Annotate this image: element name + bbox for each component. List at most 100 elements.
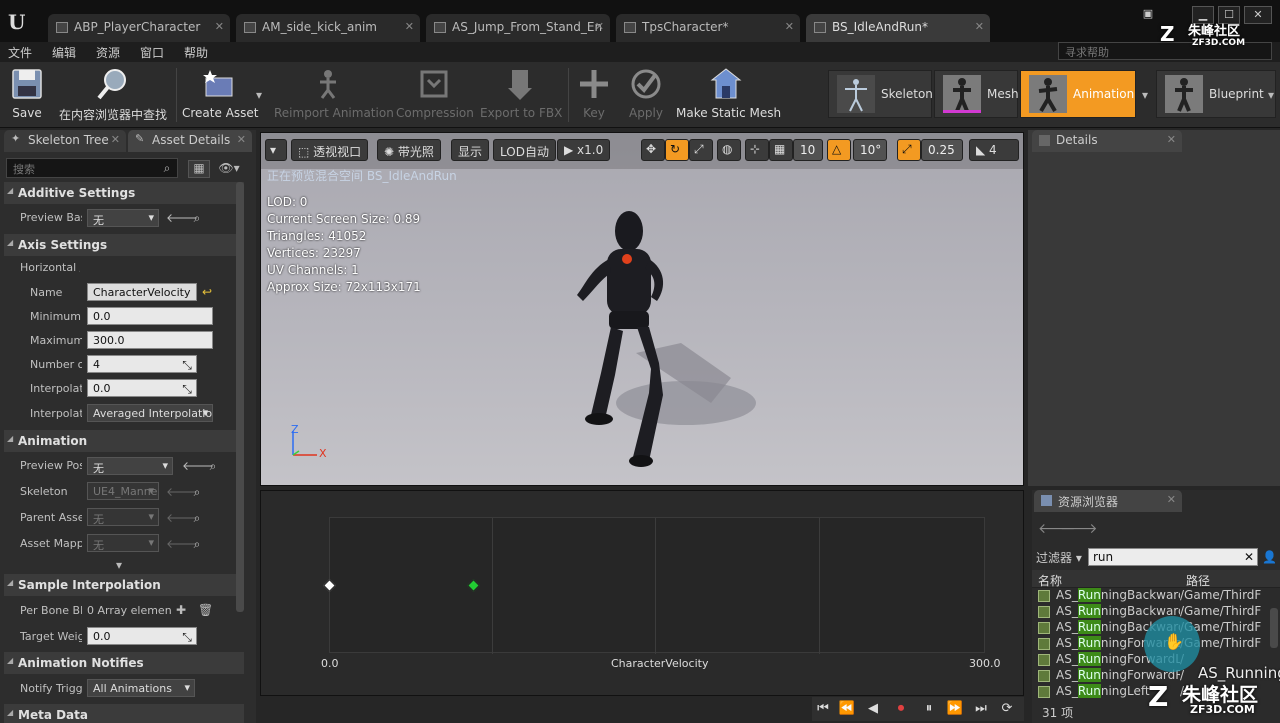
close-icon[interactable]: ✕ bbox=[595, 20, 604, 33]
expand-advanced-icon[interactable]: ▾ bbox=[112, 558, 126, 572]
apply-button[interactable]: Apply bbox=[626, 66, 666, 124]
scale-snap-button[interactable]: ⤢ bbox=[897, 139, 921, 161]
camera-speed-button[interactable]: ◣ 4 bbox=[969, 139, 1019, 161]
close-icon[interactable]: ✕ bbox=[111, 133, 120, 146]
add-element-icon[interactable]: ✚ bbox=[174, 603, 188, 617]
translate-mode-button[interactable]: ✥ bbox=[641, 139, 665, 161]
close-icon[interactable]: ✕ bbox=[215, 20, 224, 33]
browse-search-icon[interactable]: ⌕ bbox=[190, 511, 204, 525]
section-meta-data[interactable]: Meta Data bbox=[4, 704, 244, 723]
spin-arrow-icon[interactable]: ⤡ bbox=[180, 382, 194, 396]
menu-file[interactable]: 文件 bbox=[8, 44, 32, 61]
close-icon[interactable]: ✕ bbox=[1167, 493, 1176, 506]
tab-skeleton-tree[interactable]: ✦ Skeleton Tree ✕ bbox=[4, 130, 126, 152]
menu-help[interactable]: 帮助 bbox=[184, 44, 208, 61]
delete-all-icon[interactable]: 🗑 bbox=[198, 603, 213, 617]
tab-tpscharacter[interactable]: TpsCharacter* ✕ bbox=[616, 14, 800, 42]
play-reverse-icon[interactable]: ◀ bbox=[864, 700, 882, 718]
chat-icon[interactable]: ▣ bbox=[1140, 6, 1156, 24]
grid-snap-button[interactable]: ▦ bbox=[769, 139, 793, 161]
mode-mesh[interactable]: Mesh bbox=[934, 70, 1019, 118]
browse-search-icon[interactable]: ⌕ bbox=[190, 485, 204, 499]
tab-as-jump[interactable]: AS_Jump_From_Stand_En ✕ bbox=[426, 14, 610, 42]
find-in-content-browser-button[interactable]: 在内容浏览器中查找 bbox=[56, 66, 170, 124]
mode-skeleton[interactable]: Skeleton bbox=[828, 70, 933, 118]
reset-to-default-icon[interactable]: ↩ bbox=[200, 285, 214, 299]
user-icon[interactable]: 👤 bbox=[1262, 550, 1277, 564]
close-icon[interactable]: ✕ bbox=[405, 20, 414, 33]
close-icon[interactable]: ✕ bbox=[1167, 133, 1176, 146]
clear-search-icon[interactable]: ✕ bbox=[1242, 550, 1256, 564]
details-search-input[interactable]: 搜索 bbox=[6, 158, 178, 178]
interpolation-type-combo[interactable]: Averaged Interpolation bbox=[87, 404, 213, 422]
notify-trigger-combo[interactable]: All Animations bbox=[87, 679, 195, 697]
animation-mode-dropdown-icon[interactable]: ▾ bbox=[1138, 88, 1152, 102]
minimum-input[interactable]: 0.0 bbox=[87, 307, 213, 325]
spin-arrow-icon[interactable]: ⤡ bbox=[180, 630, 194, 644]
grid-snap-value[interactable]: 10 bbox=[793, 139, 823, 161]
world-local-button[interactable]: ◍ bbox=[717, 139, 741, 161]
step-back-icon[interactable]: ⏪ bbox=[838, 700, 856, 718]
make-static-mesh-button[interactable]: Make Static Mesh bbox=[676, 66, 781, 124]
playback-speed-button[interactable]: ▶ x1.0 bbox=[557, 139, 611, 161]
eye-visibility-icon[interactable]: 👁▾ bbox=[216, 161, 242, 175]
blend-sample-point[interactable] bbox=[323, 579, 336, 592]
section-animation-notifies[interactable]: Animation Notifies bbox=[4, 652, 244, 674]
close-window-button[interactable]: ✕ bbox=[1244, 6, 1272, 24]
compression-button[interactable]: Compression bbox=[396, 66, 474, 124]
preview-pose-combo[interactable]: 无 bbox=[87, 457, 173, 475]
section-sample-interpolation[interactable]: Sample Interpolation bbox=[4, 574, 244, 596]
pause-icon[interactable]: ⏸ bbox=[920, 700, 938, 718]
tab-details[interactable]: Details ✕ bbox=[1032, 130, 1182, 152]
section-axis-settings[interactable]: Axis Settings bbox=[4, 234, 244, 256]
skip-to-end-icon[interactable]: ⏭ bbox=[972, 700, 990, 718]
tab-am-side-kick[interactable]: AM_side_kick_anim ✕ bbox=[236, 14, 420, 42]
list-item[interactable]: AS_RunningBackwards/Game/ThirdF bbox=[1036, 604, 1276, 620]
perspective-button[interactable]: ⬚ 透视视口 bbox=[291, 139, 369, 161]
details-scrollbar[interactable] bbox=[236, 182, 244, 612]
axis-name-input[interactable]: CharacterVelocity bbox=[87, 283, 197, 301]
column-name[interactable]: 名称 bbox=[1038, 572, 1062, 589]
scale-mode-button[interactable]: ⤢ bbox=[689, 139, 713, 161]
horizontal-axis-label[interactable]: Horizontal / bbox=[20, 261, 80, 274]
close-icon[interactable]: ✕ bbox=[975, 20, 984, 33]
step-forward-icon[interactable]: ⏩ bbox=[946, 700, 964, 718]
surface-snap-button[interactable]: ⊹ bbox=[745, 139, 769, 161]
skip-to-start-icon[interactable]: ⏮ bbox=[814, 700, 832, 718]
tab-asset-details[interactable]: ✎ Asset Details ✕ bbox=[128, 130, 252, 152]
tab-abp-playercharacter[interactable]: ABP_PlayerCharacter ✕ bbox=[48, 14, 230, 42]
spin-arrow-icon[interactable]: ⤡ bbox=[180, 358, 194, 372]
browse-search-icon[interactable]: ⌕ bbox=[190, 537, 204, 551]
scale-snap-value[interactable]: 0.25 bbox=[921, 139, 963, 161]
column-path[interactable]: 路径 bbox=[1186, 572, 1210, 589]
preview-base-combo[interactable]: 无 bbox=[87, 209, 159, 227]
blendspace-grid[interactable] bbox=[323, 517, 985, 654]
show-button[interactable]: 显示 bbox=[451, 139, 490, 161]
list-item[interactable]: AS_RunningBackwards/Game/ThirdF bbox=[1036, 588, 1276, 604]
unreal-logo-icon[interactable]: U bbox=[8, 10, 36, 38]
save-button[interactable]: Save bbox=[6, 66, 48, 124]
create-asset-dropdown-icon[interactable]: ▾ bbox=[252, 88, 266, 102]
arrow-left-icon[interactable]: 🡐 bbox=[166, 211, 198, 225]
close-icon[interactable]: ✕ bbox=[785, 20, 794, 33]
blueprint-mode-dropdown-icon[interactable]: ▾ bbox=[1264, 88, 1278, 102]
filter-dropdown[interactable]: 过滤器 ▾ bbox=[1036, 549, 1082, 566]
record-icon[interactable]: ⏺ bbox=[892, 700, 910, 718]
browse-search-icon[interactable]: ⌕ bbox=[206, 459, 220, 473]
preview-viewport[interactable]: ▾ ⬚ 透视视口 ✺ 带光照 显示 LOD自动 ▶ x1.0 ✥ ↻ ⤢ ◍ ⊹… bbox=[260, 132, 1024, 486]
browse-search-icon[interactable]: ⌕ bbox=[190, 211, 204, 225]
property-matrix-icon[interactable]: ▦ bbox=[188, 160, 210, 178]
create-asset-button[interactable]: Create Asset bbox=[182, 66, 259, 124]
menu-edit[interactable]: 编辑 bbox=[52, 44, 76, 61]
lod-auto-button[interactable]: LOD自动 bbox=[493, 139, 556, 161]
arrow-left-icon[interactable]: 🡐 bbox=[182, 459, 214, 473]
mode-blueprint[interactable]: Blueprint bbox=[1156, 70, 1276, 118]
mode-animation[interactable]: Animation bbox=[1020, 70, 1136, 118]
tab-bs-idleandrun[interactable]: BS_IdleAndRun* ✕ bbox=[806, 14, 990, 42]
lit-mode-button[interactable]: ✺ 带光照 bbox=[377, 139, 441, 161]
close-icon[interactable]: ✕ bbox=[237, 133, 246, 146]
forward-arrow-icon[interactable]: 🡒 bbox=[1060, 522, 1098, 536]
back-arrow-icon[interactable]: 🡐 bbox=[1038, 522, 1076, 536]
maximum-input[interactable]: 300.0 bbox=[87, 331, 213, 349]
rotation-snap-value[interactable]: 10° bbox=[853, 139, 887, 161]
